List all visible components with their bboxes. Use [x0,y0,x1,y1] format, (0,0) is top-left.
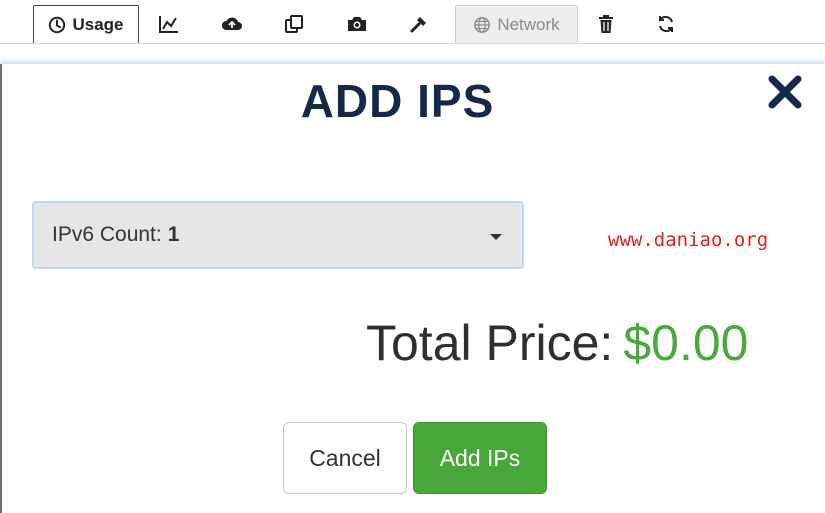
ipv6-count-label: IPv6 Count: [52,223,162,246]
modal-title: ADD IPS [300,75,495,127]
tab-settings[interactable] [400,5,438,43]
tab-network-label: Network [497,14,560,34]
chart-line-icon [158,14,180,34]
watermark-text: www.daniao.org [608,229,769,251]
tab-graphs[interactable] [150,5,188,43]
total-price: Total Price: $0.00 [366,314,748,372]
tab-network[interactable]: Network [455,5,578,43]
chevron-down-icon [490,234,502,240]
camera-icon [346,15,368,33]
tab-delete[interactable] [588,5,624,43]
tab-refresh[interactable] [648,5,684,43]
add-ips-button[interactable]: Add IPs [413,422,547,494]
tab-usage[interactable]: Usage [33,5,139,43]
total-price-label: Total Price: [366,315,614,371]
clone-icon [284,14,304,34]
tab-snapshots[interactable] [338,5,376,43]
cloud-upload-icon [221,15,243,33]
ipv6-count-select[interactable]: IPv6 Count: 1 [32,201,524,269]
close-icon [765,75,805,116]
refresh-icon [656,14,676,34]
ipv6-count-value: 1 [167,223,180,246]
tab-usage-label: Usage [72,14,124,34]
cancel-button[interactable]: Cancel [283,422,407,494]
trash-icon [597,14,615,34]
wrench-icon [409,14,429,34]
toolbar: Usage Network [0,0,825,48]
modal-left-border [0,64,2,513]
tab-clone[interactable] [275,5,313,43]
toolbar-divider [0,43,825,44]
tab-backups[interactable] [213,5,251,43]
clock-icon [48,16,66,34]
add-ips-modal: ADD IPS IPv6 Count: 1 www.daniao.org Tot… [0,64,825,513]
close-button[interactable] [765,72,805,112]
globe-icon [473,16,491,34]
total-price-value: $0.00 [623,315,749,371]
